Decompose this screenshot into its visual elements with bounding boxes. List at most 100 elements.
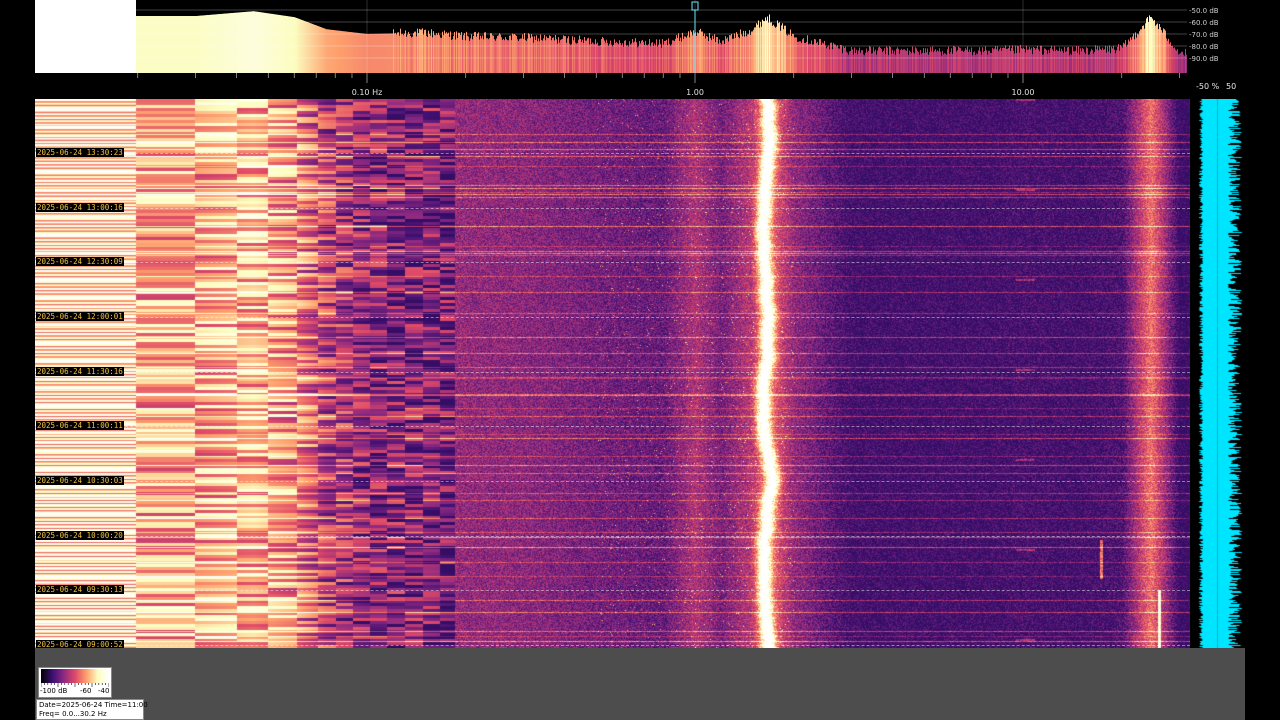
spectrum-bar — [949, 53, 950, 73]
spectrum-bar — [257, 11, 258, 73]
spectrum-bar — [274, 14, 275, 73]
spectrum-bar — [922, 52, 923, 73]
spectrum-bar — [1130, 37, 1131, 73]
spectrum-bar — [862, 50, 863, 73]
spectrum-bar — [550, 36, 551, 73]
spectrum-bar — [817, 41, 818, 73]
spectrum-bar — [916, 48, 917, 73]
spectrum-bar — [390, 33, 391, 73]
spectrum-bar — [485, 32, 486, 73]
spectrum-bar — [1142, 26, 1143, 73]
spectrum-bar — [1175, 49, 1176, 73]
amplitude-trace-panel[interactable] — [1190, 99, 1245, 648]
spectrum-bar — [825, 45, 826, 73]
spectrum-bar — [350, 32, 351, 73]
spectrum-bar — [503, 38, 504, 73]
spectrum-bar — [644, 44, 645, 73]
waterfall-time-label: 2025-06-24 11:00:11 — [36, 421, 124, 431]
spectrum-bar — [212, 14, 213, 73]
spectrum-bar — [874, 51, 875, 73]
spectrum-bar — [790, 29, 791, 73]
frequency-axis: 0.10 Hz 1.00 10.00 — [35, 73, 1190, 99]
spectrum-bar — [637, 47, 638, 73]
waterfall-time-gridline — [35, 371, 1190, 373]
spectrum-bar — [371, 33, 372, 73]
spectrum-bar — [152, 16, 153, 73]
spectrum-bar — [1016, 53, 1017, 73]
spectrum-bar — [1036, 48, 1037, 73]
spectrum-bar — [1170, 42, 1171, 73]
spectrum-bar — [297, 18, 298, 73]
spectrum-bar — [703, 36, 704, 73]
spectrum-bar — [1179, 53, 1180, 73]
spectrum-bar — [808, 44, 809, 73]
spectrum-bar — [752, 31, 753, 73]
spectrum-bar — [193, 16, 194, 73]
spectrum-bar — [905, 50, 906, 73]
spectrum-bar — [832, 49, 833, 73]
spectrum-bar — [1008, 48, 1009, 73]
spectrum-bar — [1078, 46, 1079, 73]
spectrum-bar — [1101, 50, 1102, 73]
spectrum-bar — [807, 35, 808, 73]
spectrum-bar — [1183, 54, 1184, 73]
spectrum-bar — [1108, 51, 1109, 73]
spectrum-bar — [940, 51, 941, 73]
spectrum-bar — [289, 16, 290, 73]
spectrum-bar — [1120, 45, 1121, 73]
spectrum-bar — [602, 36, 603, 73]
spectrum-plot[interactable]: -50.0 dB -60.0 dB -70.0 dB -80.0 dB -90.0 dB — [35, 0, 1245, 73]
spectrum-bar — [347, 31, 348, 73]
spectrum-bar — [982, 47, 983, 73]
spectrum-bar — [440, 37, 441, 73]
spectrum-bar — [436, 33, 437, 73]
spectrum-bar — [851, 47, 852, 73]
spectrum-bar — [1067, 47, 1068, 73]
spectrum-bar — [619, 40, 620, 73]
spectrum-bar — [890, 47, 891, 73]
spectrum-bar — [1040, 45, 1041, 73]
spectrum-bar — [409, 34, 410, 73]
spectrum-bar — [150, 16, 151, 73]
spectrum-bar — [1167, 40, 1168, 73]
spectrum-bar — [821, 44, 822, 73]
spectrum-bar — [199, 15, 200, 73]
spectrum-bar — [280, 15, 281, 73]
spectrum-bar — [614, 39, 615, 73]
info-date-time: Date=2025-06-24 Time=11:00 — [39, 701, 148, 709]
spectrum-bar — [604, 40, 605, 73]
spectrum-bar — [574, 37, 575, 73]
spectrum-svg: -50.0 dB -60.0 dB -70.0 dB -80.0 dB -90.0 dB — [35, 0, 1219, 73]
spectrum-bar — [850, 51, 851, 73]
spectrum-bar — [772, 25, 773, 73]
spectrum-bar — [768, 22, 769, 73]
spectrum-bar — [279, 15, 280, 73]
spectrum-bar — [595, 39, 596, 73]
spectrum-bar — [174, 16, 175, 73]
waterfall-time-gridline — [35, 590, 1190, 592]
waterfall-spectrogram[interactable]: 2025-06-24 13:30:23 2025-06-24 13:00:16 20… — [35, 99, 1190, 648]
spectrum-bar — [421, 29, 422, 73]
spectrum-bar — [1054, 46, 1055, 73]
spectrum-y-tick-labels: -50.0 dB -60.0 dB -70.0 dB -80.0 dB -90.0 dB — [1189, 7, 1219, 63]
spectrum-bar — [551, 40, 552, 73]
spectrum-bar — [285, 15, 286, 73]
spectrum-bar — [434, 35, 435, 73]
spectrum-bar — [732, 38, 733, 73]
spectrum-bar — [482, 35, 483, 73]
spectrum-bar — [1164, 29, 1165, 73]
spectrum-bar — [1047, 53, 1048, 73]
spectrum-bar — [427, 36, 428, 73]
spectrum-bar — [351, 32, 352, 73]
spectrum-bar — [1149, 15, 1150, 73]
spectrum-bar — [1010, 50, 1011, 73]
spectrum-bar — [1030, 49, 1031, 73]
spectrum-bar — [144, 16, 145, 73]
spectrum-bar — [1135, 32, 1136, 73]
spectrum-bar — [1117, 46, 1118, 73]
spectrum-bar — [187, 16, 188, 73]
spectrum-bar — [339, 30, 340, 73]
spectrum-bar — [1121, 46, 1122, 73]
spectrum-bar — [241, 12, 242, 73]
spectrum-bar — [810, 44, 811, 73]
